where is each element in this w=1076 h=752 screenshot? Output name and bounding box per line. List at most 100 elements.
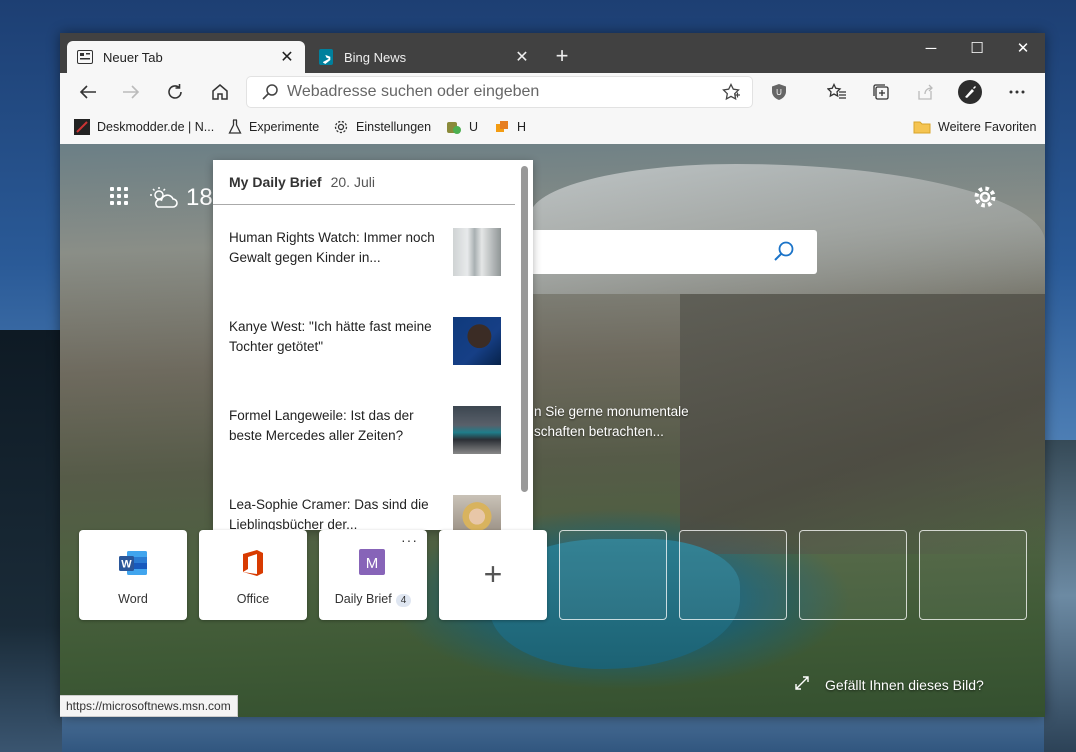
favorites-list-icon [827, 83, 846, 99]
tile-word[interactable]: W Word [79, 530, 187, 620]
collections-button[interactable] [866, 77, 896, 107]
expand-icon[interactable] [795, 676, 809, 693]
empty-tile-slot[interactable] [919, 530, 1027, 620]
add-favorite-star-icon[interactable] [716, 83, 746, 101]
other-favorites[interactable]: Weitere Favoriten [913, 118, 1036, 136]
flask-icon [228, 119, 242, 135]
favorite-label: U [469, 120, 479, 134]
close-tab-icon[interactable]: ✕ [279, 47, 295, 67]
tab-label: Bing News [344, 49, 407, 65]
gear-icon [333, 119, 349, 135]
svg-text:W: W [121, 559, 132, 571]
plus-icon: + [483, 556, 503, 592]
weather-temperature: 18 [186, 184, 213, 211]
like-image-prompt[interactable]: Gefällt Ihnen dieses Bild? [795, 676, 984, 693]
news-item[interactable]: Kanye West: "Ich hätte fast meine Tochte… [229, 317, 501, 377]
app-launcher-grid-icon[interactable] [110, 187, 128, 205]
daily-brief-title: My Daily Brief [229, 174, 322, 190]
toolbar: U [60, 73, 1045, 111]
new-tab-page: 18 n Sie gerne monumentale schaften betr… [60, 144, 1045, 717]
desktop-background [1044, 440, 1076, 752]
avatar-brush-icon [958, 80, 982, 104]
empty-tile-slot[interactable] [559, 530, 667, 620]
word-icon: W [119, 549, 147, 577]
back-arrow-icon [79, 85, 96, 99]
image-caption[interactable]: n Sie gerne monumentale schaften betrach… [534, 402, 689, 442]
tile-office[interactable]: Office [199, 530, 307, 620]
forward-button[interactable] [116, 77, 146, 107]
tile-more-options-icon[interactable]: ··· [401, 532, 418, 548]
news-thumbnail [453, 495, 501, 530]
caption-line-2: schaften betrachten... [534, 424, 664, 439]
news-headline: Kanye West: "Ich hätte fast meine Tochte… [229, 319, 432, 354]
address-bar[interactable] [247, 77, 752, 107]
svg-text:U: U [776, 88, 782, 97]
share-icon [918, 84, 933, 100]
new-tab-icon [77, 49, 93, 65]
extension-u-icon [446, 119, 462, 135]
add-tile-button[interactable]: + [439, 530, 547, 620]
web-search-box[interactable] [530, 230, 817, 274]
svg-text:M: M [366, 555, 379, 572]
empty-tile-slot[interactable] [799, 530, 907, 620]
news-item[interactable]: Formel Langeweile: Ist das der beste Mer… [229, 406, 501, 466]
news-item[interactable]: Lea-Sophie Cramer: Das sind die Liebling… [229, 495, 501, 530]
favorites-button[interactable] [822, 77, 852, 107]
address-input[interactable] [285, 82, 716, 102]
maximize-button[interactable]: ☐ [954, 33, 1000, 63]
weather-widget[interactable]: 18 [150, 184, 213, 212]
settings-more-button[interactable] [1002, 77, 1032, 107]
news-headline: Formel Langeweile: Ist das der beste Mer… [229, 408, 414, 443]
home-icon [212, 84, 228, 100]
favorites-bar: Deskmodder.de | N... Experimente Einstel… [60, 111, 1045, 145]
news-headline: Human Rights Watch: Immer noch Gewalt ge… [229, 230, 435, 265]
tile-label: Daily Brief 4 [319, 592, 427, 607]
back-button[interactable] [73, 77, 103, 107]
like-image-text: Gefällt Ihnen dieses Bild? [825, 676, 984, 693]
tile-daily-brief[interactable]: ··· M Daily Brief 4 [319, 530, 427, 620]
other-favorites-label: Weitere Favoriten [938, 120, 1037, 134]
office-icon [239, 549, 267, 577]
news-item[interactable]: Human Rights Watch: Immer noch Gewalt ge… [229, 228, 501, 288]
close-window-button[interactable]: ✕ [1000, 33, 1045, 63]
title-bar: Neuer Tab ✕ Bing News ✕ + ─ ☐ ✕ [60, 33, 1045, 73]
search-icon[interactable] [773, 240, 795, 267]
favorite-deskmodder[interactable]: Deskmodder.de | N... [74, 118, 214, 136]
refresh-icon [168, 84, 182, 99]
refresh-button[interactable] [160, 77, 190, 107]
tab-bing-news[interactable]: Bing News ✕ [308, 41, 540, 73]
daily-brief-header: My Daily Brief 20. Juli [213, 160, 515, 205]
shield-icon: U [772, 84, 786, 100]
background-cliff [680, 294, 1045, 554]
favorite-label: Deskmodder.de | N... [97, 120, 215, 134]
partly-cloudy-icon [150, 187, 178, 208]
favorite-label: H [517, 120, 527, 134]
more-dots-icon [1009, 90, 1025, 94]
favorite-h[interactable]: H [494, 118, 526, 136]
news-headline: Lea-Sophie Cramer: Das sind die Liebling… [229, 497, 429, 530]
daily-brief-icon: M [359, 549, 387, 577]
close-tab-icon[interactable]: ✕ [514, 47, 530, 67]
favorite-einstellungen[interactable]: Einstellungen [333, 118, 431, 136]
home-button[interactable] [205, 77, 235, 107]
news-thumbnail [453, 228, 501, 276]
panel-scrollbar[interactable] [521, 166, 528, 492]
page-settings-gear-icon[interactable] [972, 184, 998, 210]
search-icon [255, 83, 285, 101]
favorite-experimente[interactable]: Experimente [228, 118, 319, 136]
tab-label: Neuer Tab [103, 49, 163, 65]
profile-avatar[interactable] [955, 77, 985, 107]
extension-h-icon [494, 119, 510, 135]
news-thumbnail [453, 406, 501, 454]
empty-tile-slot[interactable] [679, 530, 787, 620]
ublock-extension-button[interactable]: U [764, 77, 794, 107]
share-button[interactable] [910, 77, 940, 107]
notification-badge: 4 [395, 594, 412, 607]
tile-label: Word [118, 592, 148, 606]
minimize-button[interactable]: ─ [908, 33, 954, 63]
favorite-u[interactable]: U [446, 118, 478, 136]
collections-icon [873, 84, 889, 100]
new-tab-button[interactable]: + [550, 45, 574, 69]
deskmodder-icon [74, 119, 90, 135]
tab-neuer-tab[interactable]: Neuer Tab ✕ [67, 41, 305, 73]
